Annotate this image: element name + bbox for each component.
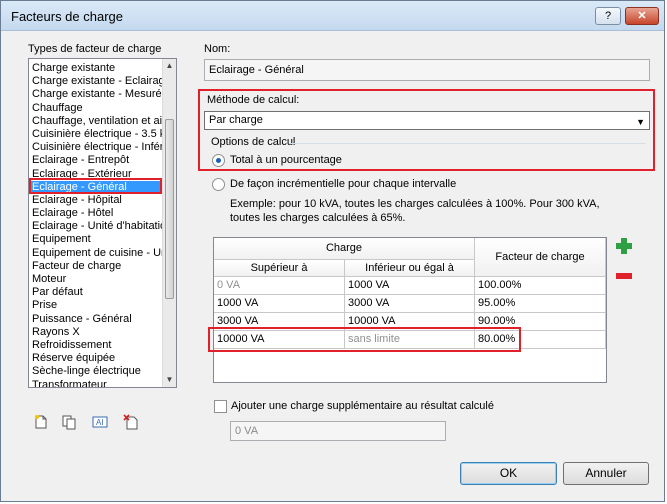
list-item[interactable]: Eclairage - Hôtel <box>29 207 163 220</box>
list-item[interactable]: Chauffage <box>29 102 163 115</box>
radio-total-percentage[interactable] <box>212 154 225 167</box>
list-item[interactable]: Cuisinière électrique - Inférie <box>29 141 163 154</box>
window-title: Facteurs de charge <box>11 9 124 24</box>
options-divider <box>289 143 646 144</box>
rename-icon[interactable]: AI <box>91 414 109 432</box>
list-item[interactable]: Charge existante - Eclairage <box>29 75 163 88</box>
list-item[interactable]: Puissance - Général <box>29 313 163 326</box>
cell-inf[interactable]: 3000 VA <box>345 295 475 313</box>
list-item[interactable]: Equipement <box>29 233 163 246</box>
cell-sup: 1000 VA <box>214 295 345 313</box>
add-row-icon[interactable] <box>615 237 633 255</box>
load-ranges-table[interactable]: Charge Facteur de charge Supérieur à Inf… <box>213 237 607 383</box>
list-item[interactable]: Transformateur <box>29 379 163 388</box>
list-label: Types de facteur de charge <box>28 43 162 55</box>
options-label: Options de calcul <box>211 136 296 148</box>
cell-sup: 0 VA <box>214 277 345 295</box>
list-item[interactable]: Prise <box>29 299 163 312</box>
radio-incremental[interactable] <box>212 178 225 191</box>
add-load-checkbox[interactable] <box>214 400 227 413</box>
add-load-label: Ajouter une charge supplémentaire au rés… <box>231 400 494 412</box>
list-item[interactable]: Cuisinière électrique - 3.5 k <box>29 128 163 141</box>
help-button[interactable]: ? <box>595 7 621 25</box>
option-incremental-label: De façon incrémentielle pour chaque inte… <box>230 178 457 190</box>
add-load-field: 0 VA <box>230 421 446 441</box>
cell-factor[interactable]: 100.00% <box>475 277 606 295</box>
list-item[interactable]: Par défaut <box>29 286 163 299</box>
new-icon[interactable] <box>32 414 50 432</box>
cell-inf[interactable]: 10000 VA <box>345 313 475 331</box>
delete-icon[interactable] <box>122 414 140 432</box>
load-factor-type-list[interactable]: Charge existante Charge existante - Eclai… <box>28 58 177 388</box>
list-item[interactable]: Sèche-linge électrique <box>29 365 163 378</box>
cell-factor[interactable]: 90.00% <box>475 313 606 331</box>
svg-text:AI: AI <box>96 418 104 427</box>
ok-button[interactable]: OK <box>460 462 557 485</box>
example-line-2: toutes les charges calculées à 65%. <box>230 212 406 224</box>
scroll-down-icon[interactable]: ▼ <box>163 373 176 387</box>
close-button[interactable]: ✕ <box>625 7 659 25</box>
cell-inf: sans limite <box>345 331 475 349</box>
duplicate-icon[interactable] <box>60 414 78 432</box>
list-item[interactable]: Eclairage - Général <box>29 180 163 194</box>
scroll-up-icon[interactable]: ▲ <box>163 59 176 73</box>
header-inf[interactable]: Inférieur ou égal à <box>345 260 475 277</box>
cell-sup: 3000 VA <box>214 313 345 331</box>
list-item[interactable]: Facteur de charge <box>29 260 163 273</box>
cell-sup: 10000 VA <box>214 331 345 349</box>
list-item[interactable]: Refroidissement <box>29 339 163 352</box>
list-item[interactable]: Réserve équipée <box>29 352 163 365</box>
list-item[interactable]: Eclairage - Hôpital <box>29 194 163 207</box>
cancel-button[interactable]: Annuler <box>563 462 649 485</box>
list-item[interactable]: Chauffage, ventilation et air <box>29 115 163 128</box>
header-sup[interactable]: Supérieur à <box>214 260 345 277</box>
name-label: Nom: <box>204 43 231 55</box>
name-field[interactable]: Eclairage - Général <box>204 59 650 81</box>
option-total-label: Total à un pourcentage <box>230 154 342 166</box>
scroll-thumb[interactable] <box>165 119 174 299</box>
list-item[interactable]: Rayons X <box>29 326 163 339</box>
chevron-down-icon: ▼ <box>636 117 645 127</box>
dialog-window: Facteurs de charge ? ✕ Types de facteur … <box>0 0 665 502</box>
cell-factor[interactable]: 80.00% <box>475 331 606 349</box>
list-item[interactable]: Eclairage - Unité d'habitation <box>29 220 163 233</box>
list-item[interactable]: Charge existante <box>29 62 163 75</box>
list-item[interactable]: Equipement de cuisine - Ur <box>29 247 163 260</box>
list-item[interactable]: Charge existante - Mesurée <box>29 88 163 101</box>
list-item[interactable]: Moteur <box>29 273 163 286</box>
list-item[interactable]: Eclairage - Extérieur <box>29 168 163 181</box>
title-bar: Facteurs de charge ? ✕ <box>1 1 664 31</box>
method-label: Méthode de calcul: <box>207 94 300 106</box>
method-value: Par charge <box>209 114 263 126</box>
list-scrollbar[interactable]: ▲ ▼ <box>162 59 176 387</box>
header-factor[interactable]: Facteur de charge <box>475 238 606 277</box>
method-select[interactable]: Par charge ▼ <box>204 111 650 130</box>
remove-row-icon[interactable] <box>615 271 633 279</box>
cell-inf[interactable]: 1000 VA <box>345 277 475 295</box>
example-line-1: Exemple: pour 10 kVA, toutes les charges… <box>230 198 600 210</box>
list-items: Charge existante Charge existante - Eclai… <box>29 62 163 388</box>
cell-factor[interactable]: 95.00% <box>475 295 606 313</box>
list-item[interactable]: Eclairage - Entrepôt <box>29 154 163 167</box>
header-charge: Charge <box>214 238 475 260</box>
